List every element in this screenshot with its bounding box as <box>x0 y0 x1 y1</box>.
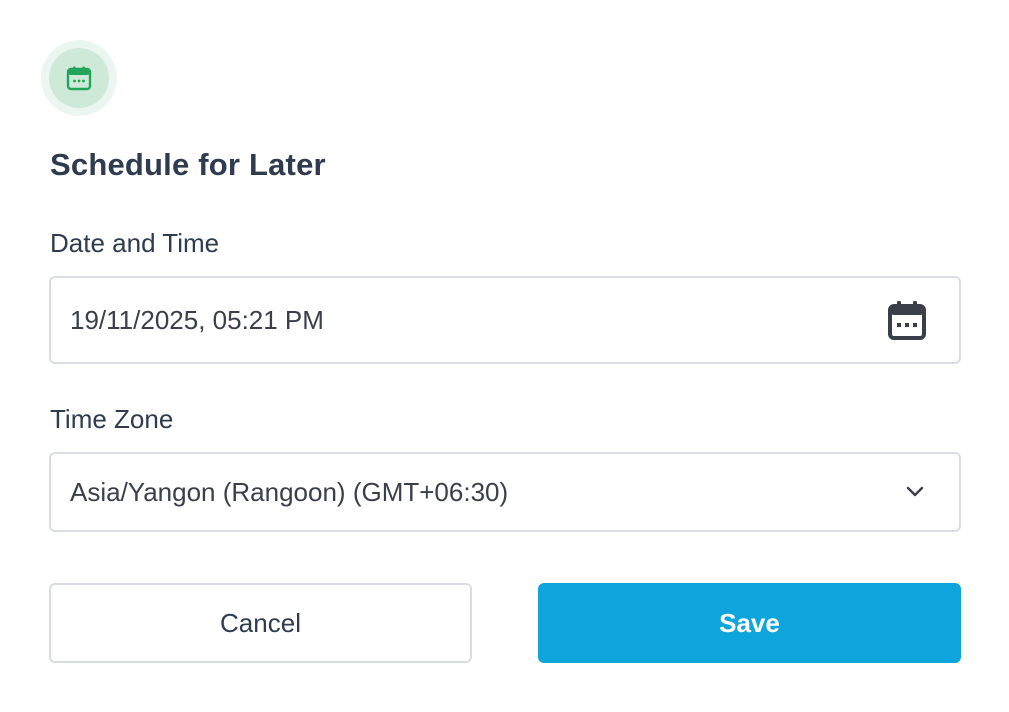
date-time-input[interactable]: 19/11/2025, 05:21 PM <box>49 276 961 364</box>
time-zone-label: Time Zone <box>50 404 174 434</box>
time-zone-value: Asia/Yangon (Rangoon) (GMT+06:30) <box>70 477 509 507</box>
dialog-title: Schedule for Later <box>50 147 326 182</box>
date-time-value: 19/11/2025, 05:21 PM <box>70 305 324 335</box>
chevron-down-icon <box>906 486 924 497</box>
date-picker-button[interactable] <box>885 298 929 342</box>
date-time-label: Date and Time <box>50 228 220 258</box>
time-zone-dropdown-toggle[interactable] <box>901 478 929 506</box>
schedule-dialog: Schedule for Later Date and Time 19/11/2… <box>0 0 1009 712</box>
header-icon-badge <box>41 40 117 116</box>
time-zone-select[interactable]: Asia/Yangon (Rangoon) (GMT+06:30) <box>49 452 961 532</box>
calendar-icon <box>66 66 92 91</box>
cancel-button[interactable]: Cancel <box>49 583 472 663</box>
calendar-icon <box>888 301 926 340</box>
save-button[interactable]: Save <box>538 583 961 663</box>
